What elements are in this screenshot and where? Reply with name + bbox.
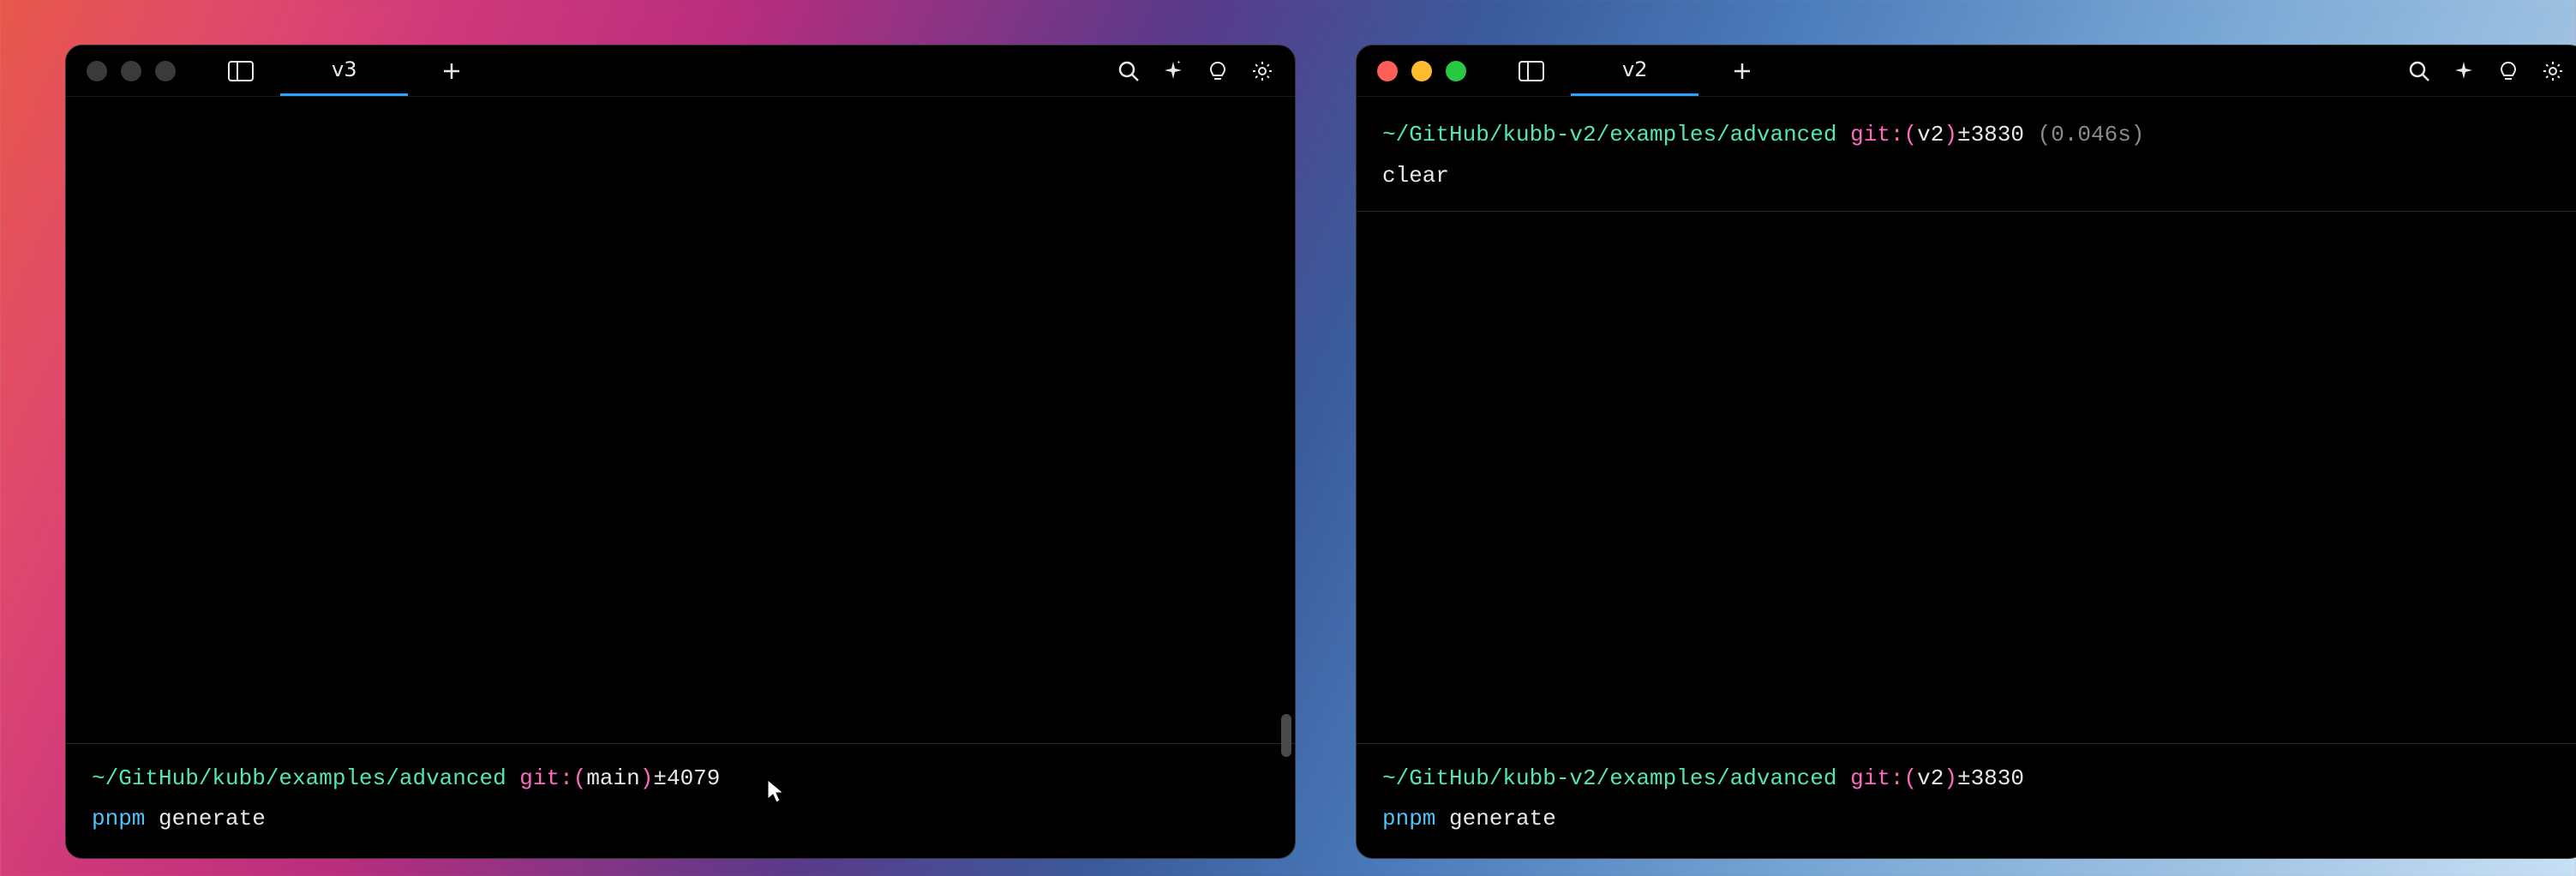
tabs: v3 — [280, 45, 461, 96]
titlebar: v2 — [1357, 45, 2576, 97]
panel-icon[interactable] — [1518, 61, 1545, 81]
panel-icon[interactable] — [227, 61, 255, 81]
prompt-branch-close: ) — [1944, 761, 1957, 797]
new-tab-button[interactable] — [442, 62, 461, 81]
cmd-part1: pnpm — [1382, 806, 1435, 831]
divider — [1357, 211, 2576, 212]
traffic-close[interactable] — [1377, 61, 1398, 81]
prompt-branch-open: ( — [1904, 761, 1918, 797]
gear-icon[interactable] — [2541, 59, 2565, 83]
titlebar: v3 — [66, 45, 1295, 97]
titlebar-actions — [2407, 59, 2565, 83]
prompt-changes: ±4079 — [653, 761, 720, 797]
prompt-timing: (0.046s) — [2038, 117, 2145, 153]
prompt-line-top: ~/GitHub/kubb-v2/examples/advanced git: … — [1382, 117, 2560, 153]
bulb-icon[interactable] — [2496, 59, 2520, 83]
command-line: pnpm generate — [1382, 801, 2560, 837]
gear-icon[interactable] — [1250, 59, 1274, 83]
search-icon[interactable] — [1117, 59, 1141, 83]
prompt-branch-open: ( — [1904, 117, 1918, 153]
prompt-line: ~/GitHub/kubb/examples/advanced git: ( m… — [92, 761, 1269, 797]
prompt-git-label: git: — [1850, 117, 1903, 153]
cmd-clear: clear — [1382, 163, 1449, 189]
scrollbar[interactable] — [1281, 714, 1291, 757]
prompt-block: ~/GitHub/kubb-v2/examples/advanced git: … — [1382, 743, 2560, 837]
prompt-branch: v2 — [1917, 761, 1944, 797]
tab-active[interactable]: v2 — [1571, 45, 1698, 96]
command-line: pnpm generate — [92, 801, 1269, 837]
prompt-line: ~/GitHub/kubb-v2/examples/advanced git: … — [1382, 761, 2560, 797]
prompt-changes: ±3830 — [1957, 117, 2024, 153]
traffic-maximize[interactable] — [155, 61, 176, 81]
prompt-path: ~/GitHub/kubb-v2/examples/advanced — [1382, 761, 1837, 797]
prompt-path: ~/GitHub/kubb-v2/examples/advanced — [1382, 117, 1837, 153]
prompt-changes: ±3830 — [1957, 761, 2024, 797]
prompt-git-label: git: — [519, 761, 572, 797]
command-line-top: clear — [1382, 159, 2560, 195]
cmd-part1: pnpm — [92, 806, 145, 831]
tab-title: v2 — [1622, 57, 1647, 81]
cmd-part2: generate — [159, 806, 266, 831]
terminal-body[interactable]: ~/GitHub/kubb-v2/examples/advanced git: … — [1357, 97, 2576, 858]
traffic-close[interactable] — [87, 61, 107, 81]
traffic-lights — [87, 61, 176, 81]
traffic-minimize[interactable] — [1411, 61, 1432, 81]
prompt-branch-close: ) — [1944, 117, 1957, 153]
traffic-maximize[interactable] — [1446, 61, 1466, 81]
prompt-block: ~/GitHub/kubb/examples/advanced git: ( m… — [92, 743, 1269, 837]
sparkle-icon[interactable] — [2452, 59, 2476, 83]
divider — [1357, 743, 2576, 744]
tab-title: v3 — [332, 57, 356, 81]
prompt-branch-open: ( — [573, 761, 587, 797]
search-icon[interactable] — [2407, 59, 2431, 83]
traffic-minimize[interactable] — [121, 61, 141, 81]
prompt-branch: main — [586, 761, 639, 797]
cmd-part2: generate — [1449, 806, 1556, 831]
sparkle-icon[interactable] — [1161, 59, 1185, 83]
prompt-path: ~/GitHub/kubb/examples/advanced — [92, 761, 506, 797]
traffic-lights — [1377, 61, 1466, 81]
bulb-icon[interactable] — [1206, 59, 1230, 83]
terminal-window-right: v2 — [1356, 45, 2576, 859]
titlebar-actions — [1117, 59, 1274, 83]
prompt-git-label: git: — [1850, 761, 1903, 797]
new-tab-button[interactable] — [1733, 62, 1752, 81]
tabs: v2 — [1571, 45, 1752, 96]
tab-active[interactable]: v3 — [280, 45, 408, 96]
terminal-window-left: v3 — [65, 45, 1296, 859]
terminal-body[interactable]: ~/GitHub/kubb/examples/advanced git: ( m… — [66, 97, 1295, 858]
prompt-branch-close: ) — [640, 761, 654, 797]
top-block: ~/GitHub/kubb-v2/examples/advanced git: … — [1382, 117, 2560, 212]
divider — [66, 743, 1295, 744]
prompt-branch: v2 — [1917, 117, 1944, 153]
